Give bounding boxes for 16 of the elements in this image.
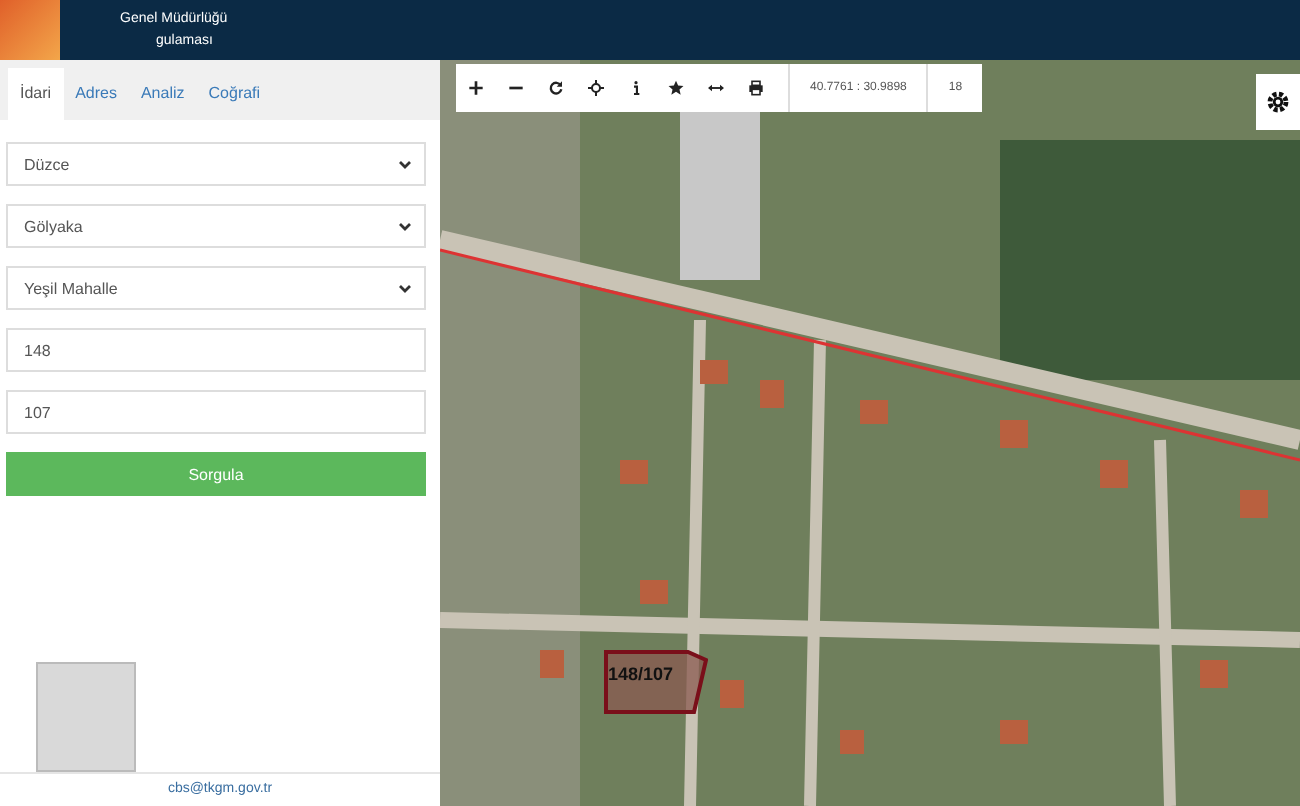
chevron-icon — [398, 283, 412, 293]
logo-icon — [0, 0, 60, 60]
dropdown[interactable]: Gölyaka — [6, 204, 426, 248]
parcel-label: 148/107 — [608, 664, 674, 684]
dropdown[interactable]: Düzce — [6, 142, 426, 186]
tab[interactable]: Adres — [63, 68, 129, 120]
input-field[interactable]: 107 — [6, 390, 426, 434]
chevron-icon — [398, 221, 412, 231]
chevron-icon — [398, 159, 412, 169]
input-field[interactable]: 148 — [6, 328, 426, 372]
dropdown[interactable]: Yeşil Mahalle — [6, 266, 426, 310]
parcel-polygon — [604, 650, 708, 714]
tab[interactable]: Coğrafi — [196, 68, 273, 120]
tab[interactable]: Analiz — [128, 68, 197, 120]
settings-icon[interactable] — [1256, 74, 1300, 130]
tab[interactable]: İdari — [8, 68, 64, 120]
